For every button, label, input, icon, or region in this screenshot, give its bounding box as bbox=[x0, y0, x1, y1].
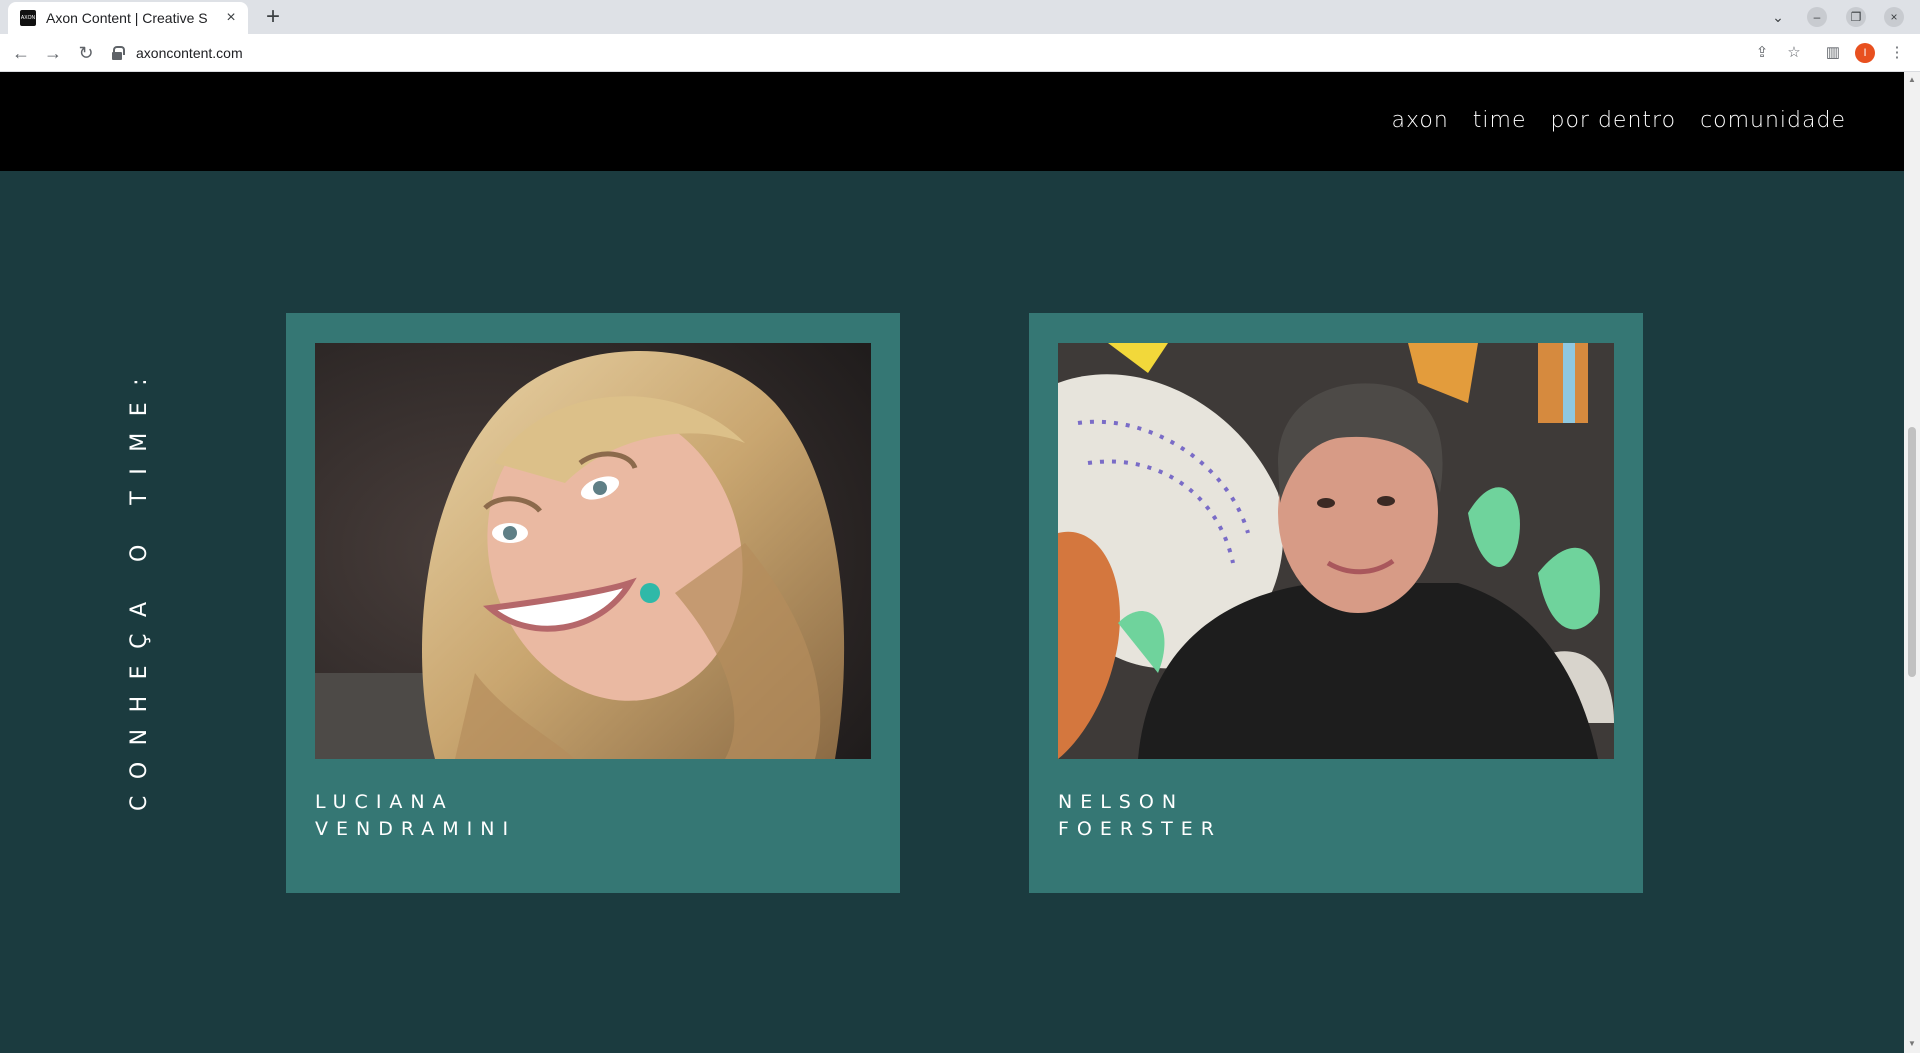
tab-close-icon[interactable]: × bbox=[222, 9, 240, 27]
first-name: NELSON bbox=[1058, 791, 1185, 813]
scrollbar-thumb[interactable] bbox=[1908, 427, 1916, 677]
minimize-window-button[interactable]: – bbox=[1807, 7, 1827, 27]
tab-search-chevron-icon[interactable]: ⌄ bbox=[1768, 7, 1788, 27]
tab-title: Axon Content | Creative S bbox=[46, 10, 208, 26]
nav-link-comunidade[interactable]: comunidade bbox=[1700, 108, 1846, 133]
last-name: FOERSTER bbox=[1058, 818, 1222, 840]
site-favicon-icon: AXON bbox=[20, 10, 36, 26]
team-member-name: LUCIANA VENDRAMINI bbox=[315, 789, 516, 843]
nav-link-axon[interactable]: axon bbox=[1392, 108, 1449, 133]
lock-icon bbox=[110, 46, 125, 60]
bookmark-star-icon[interactable]: ☆ bbox=[1783, 42, 1805, 64]
first-name: LUCIANA bbox=[315, 791, 454, 813]
portrait-woman-image bbox=[315, 343, 871, 759]
team-member-name: NELSON FOERSTER bbox=[1058, 789, 1222, 843]
url-text: axoncontent.com bbox=[136, 45, 243, 61]
portrait-man-image bbox=[1058, 343, 1614, 759]
back-arrow-icon[interactable]: ← bbox=[10, 42, 32, 64]
nav-link-time[interactable]: time bbox=[1473, 108, 1527, 133]
share-icon[interactable]: ⇪ bbox=[1751, 42, 1773, 64]
scroll-up-arrow-icon[interactable]: ▲ bbox=[1908, 76, 1916, 84]
team-card-nelson[interactable]: NELSON FOERSTER bbox=[1029, 313, 1643, 893]
reload-icon[interactable]: ↻ bbox=[75, 42, 97, 64]
profile-avatar[interactable]: I bbox=[1855, 43, 1875, 63]
scroll-down-arrow-icon[interactable]: ▼ bbox=[1908, 1040, 1916, 1048]
address-bar[interactable]: axoncontent.com bbox=[110, 37, 1750, 69]
team-photo bbox=[1058, 343, 1614, 759]
team-card-luciana[interactable]: LUCIANA VENDRAMINI bbox=[286, 313, 900, 893]
forward-arrow-icon[interactable]: → bbox=[42, 42, 64, 64]
restore-window-button[interactable]: ❐ bbox=[1846, 7, 1866, 27]
section-heading-text: CONHEÇA O TIME: bbox=[127, 361, 152, 811]
close-window-button[interactable]: × bbox=[1884, 7, 1904, 27]
browser-tab[interactable]: AXON Axon Content | Creative S × bbox=[8, 2, 248, 34]
site-nav: axon time por dentro comunidade bbox=[1392, 108, 1846, 133]
browser-toolbar: ← → ↻ axoncontent.com ⇪ ☆ ▥ I ⋮ bbox=[0, 34, 1920, 72]
browser-tab-bar: AXON Axon Content | Creative S × + ⌄ – ❐… bbox=[0, 0, 1920, 34]
menu-kebab-icon[interactable]: ⋮ bbox=[1886, 42, 1908, 64]
new-tab-button[interactable]: + bbox=[260, 5, 286, 31]
page-scrollbar[interactable]: ▲ ▼ bbox=[1904, 72, 1920, 1053]
side-panel-icon[interactable]: ▥ bbox=[1822, 42, 1844, 64]
nav-link-por-dentro[interactable]: por dentro bbox=[1551, 108, 1677, 133]
section-heading: CONHEÇA O TIME: bbox=[117, 362, 157, 821]
last-name: VENDRAMINI bbox=[315, 818, 517, 840]
site-header: axon time por dentro comunidade bbox=[0, 72, 1904, 171]
team-photo bbox=[315, 343, 871, 759]
